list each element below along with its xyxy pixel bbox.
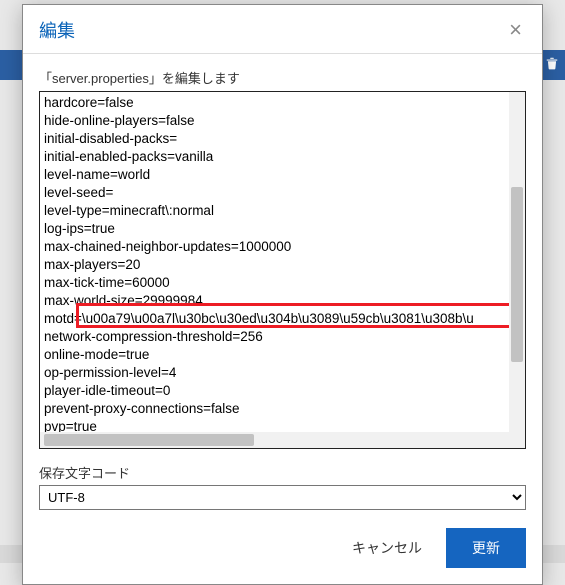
editor-description: 「server.properties」を編集します [39,68,526,87]
editor-line: online-mode=true [44,346,505,364]
close-button[interactable]: × [505,17,526,43]
modal-header: 編集 × [23,5,542,54]
editor-line: pvp=true [44,418,505,432]
scrollbar-thumb[interactable] [44,434,254,446]
cancel-button[interactable]: キャンセル [346,530,428,566]
close-icon: × [509,17,522,42]
scrollbar-corner [509,432,525,448]
editor-line: level-seed= [44,184,505,202]
editor-line: player-idle-timeout=0 [44,382,505,400]
editor-line: level-type=minecraft\:normal [44,202,505,220]
scrollbar-thumb[interactable] [511,187,523,362]
editor-line: initial-disabled-packs= [44,130,505,148]
editor-line: max-chained-neighbor-updates=1000000 [44,238,505,256]
submit-button[interactable]: 更新 [446,528,526,568]
modal-footer: キャンセル 更新 [23,518,542,584]
editor-line: hide-online-players=false [44,112,505,130]
editor-line: max-tick-time=60000 [44,274,505,292]
editor-line: network-compression-threshold=256 [44,328,505,346]
file-editor[interactable]: hardcore=falsehide-online-players=falsei… [39,91,526,449]
encoding-select[interactable]: UTF-8 [39,485,526,510]
editor-line: hardcore=false [44,94,505,112]
editor-line: log-ips=true [44,220,505,238]
trash-icon [545,56,559,73]
editor-line: max-world-size=29999984 [44,292,505,310]
editor-line: initial-enabled-packs=vanilla [44,148,505,166]
editor-line: motd=\u00a79\u00a7l\u30bc\u30ed\u304b\u3… [44,310,505,328]
edit-modal: 編集 × 「server.properties」を編集します hardcore=… [22,4,543,585]
editor-line: max-players=20 [44,256,505,274]
scrollbar-vertical[interactable] [509,92,525,432]
encoding-label: 保存文字コード [39,463,526,482]
scrollbar-horizontal[interactable] [40,432,509,448]
editor-line: op-permission-level=4 [44,364,505,382]
modal-body: 「server.properties」を編集します hardcore=false… [23,54,542,518]
editor-line: prevent-proxy-connections=false [44,400,505,418]
editor-line: level-name=world [44,166,505,184]
modal-title: 編集 [39,17,75,43]
